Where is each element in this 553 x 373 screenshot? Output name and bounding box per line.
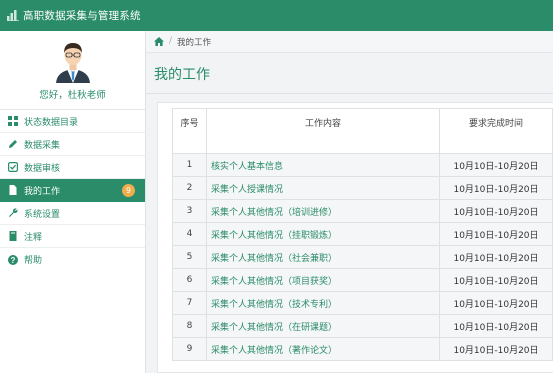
- deadline-cell: 10月10日-10月20日: [439, 245, 553, 269]
- deadline-cell: 10月10日-10月20日: [439, 291, 553, 315]
- count-badge: 9: [122, 184, 135, 197]
- divider: [146, 93, 553, 94]
- deadline-cell: 10月10日-10月20日: [439, 153, 553, 177]
- task-link[interactable]: 采集个人其他情况（培训进修）: [206, 199, 440, 223]
- column-header-task: 工作内容: [206, 108, 440, 154]
- avatar: [56, 43, 90, 83]
- task-link[interactable]: 采集个人其他情况（技术专利）: [206, 291, 440, 315]
- table-row[interactable]: 1 核实个人基本信息 10月10日-10月20日: [172, 153, 553, 177]
- wrench-icon: [9, 208, 18, 217]
- row-index: 5: [172, 245, 207, 269]
- deadline-cell: 10月10日-10月20日: [439, 199, 553, 223]
- book-icon: [9, 231, 17, 241]
- work-table: 序号 工作内容 要求完成时间 1 核实个人基本信息 10月10日-10月20日 …: [172, 108, 553, 361]
- row-index: 1: [172, 153, 207, 177]
- table-row[interactable]: 4 采集个人其他情况（挂职锻炼） 10月10日-10月20日: [172, 222, 553, 246]
- sidebar-item-label: 系统设置: [24, 209, 61, 220]
- task-link[interactable]: 采集个人其他情况（著作论文）: [206, 337, 440, 361]
- pencil-icon: [9, 140, 17, 148]
- question-circle-icon: ?: [8, 254, 18, 265]
- table-row[interactable]: 6 采集个人其他情况（项目获奖） 10月10日-10月20日: [172, 268, 553, 292]
- page-title: 我的工作: [154, 67, 210, 83]
- deadline-cell: 10月10日-10月20日: [439, 268, 553, 292]
- greeting-text: 您好，杜秋老师: [39, 90, 106, 101]
- bar-chart-icon: [7, 10, 19, 21]
- task-link[interactable]: 核实个人基本信息: [206, 153, 440, 177]
- task-link[interactable]: 采集个人其他情况（项目获奖）: [206, 268, 440, 292]
- sidebar-item-label: 数据采集: [24, 140, 61, 151]
- row-index: 6: [172, 268, 207, 292]
- table-row[interactable]: 7 采集个人其他情况（技术专利） 10月10日-10月20日: [172, 291, 553, 315]
- sidebar-item-data-review[interactable]: 数据审核: [0, 156, 145, 179]
- sidebar-item-label: 数据审核: [24, 163, 61, 174]
- task-link[interactable]: 采集个人其他情况（社会兼职）: [206, 245, 440, 269]
- user-profile: 您好，杜秋老师: [0, 31, 145, 110]
- row-index: 3: [172, 199, 207, 223]
- table-row[interactable]: 8 采集个人其他情况（在研课题） 10月10日-10月20日: [172, 314, 553, 338]
- sidebar-item-label: 状态数据目录: [24, 117, 79, 128]
- table-header-row: 序号 工作内容 要求完成时间: [172, 108, 553, 154]
- table-row[interactable]: 5 采集个人其他情况（社会兼职） 10月10日-10月20日: [172, 245, 553, 269]
- sidebar-item-my-work[interactable]: 我的工作 9: [0, 179, 145, 202]
- deadline-cell: 10月10日-10月20日: [439, 176, 553, 200]
- breadcrumb: / 我的工作: [146, 31, 553, 53]
- sidebar-item-help[interactable]: ? 帮助: [0, 248, 145, 271]
- app-title: 高职数据采集与管理系统: [23, 10, 141, 22]
- row-index: 4: [172, 222, 207, 246]
- table-row[interactable]: 9 采集个人其他情况（著作论文） 10月10日-10月20日: [172, 337, 553, 361]
- task-link[interactable]: 采集个人授课情况: [206, 176, 440, 200]
- main-content: / 我的工作 我的工作 序号 工作内容 要求完成时间 1 核实个人基本信息 10…: [146, 31, 553, 373]
- sidebar-item-label: 我的工作: [24, 186, 61, 197]
- home-icon[interactable]: [154, 37, 164, 46]
- sidebar-item-status-catalog[interactable]: 状态数据目录: [0, 110, 145, 133]
- file-icon: [9, 185, 17, 195]
- top-bar: 高职数据采集与管理系统: [0, 0, 553, 31]
- task-link[interactable]: 采集个人其他情况（挂职锻炼）: [206, 222, 440, 246]
- grid-icon: [8, 116, 18, 126]
- sidebar-nav: 状态数据目录 数据采集 数据审核 我的工作 9 系统设置 注释 ? 帮助: [0, 110, 145, 271]
- row-index: 8: [172, 314, 207, 338]
- row-index: 2: [172, 176, 207, 200]
- deadline-cell: 10月10日-10月20日: [439, 337, 553, 361]
- work-panel: 序号 工作内容 要求完成时间 1 核实个人基本信息 10月10日-10月20日 …: [157, 102, 553, 373]
- sidebar-item-label: 帮助: [24, 256, 43, 266]
- table-row[interactable]: 2 采集个人授课情况 10月10日-10月20日: [172, 176, 553, 200]
- task-link[interactable]: 采集个人其他情况（在研课题）: [206, 314, 440, 338]
- breadcrumb-separator: /: [169, 36, 173, 46]
- column-header-deadline: 要求完成时间: [439, 108, 553, 154]
- deadline-cell: 10月10日-10月20日: [439, 222, 553, 246]
- row-index: 7: [172, 291, 207, 315]
- sidebar-item-label: 注释: [24, 232, 43, 243]
- svg-text:?: ?: [11, 255, 16, 264]
- table-row[interactable]: 3 采集个人其他情况（培训进修） 10月10日-10月20日: [172, 199, 553, 223]
- sidebar-item-settings[interactable]: 系统设置: [0, 202, 145, 225]
- sidebar-item-data-collection[interactable]: 数据采集: [0, 133, 145, 156]
- row-index: 9: [172, 337, 207, 361]
- deadline-cell: 10月10日-10月20日: [439, 314, 553, 338]
- check-square-icon: [8, 162, 18, 172]
- column-header-index: 序号: [172, 108, 207, 154]
- breadcrumb-current: 我的工作: [177, 38, 212, 48]
- sidebar: 您好，杜秋老师 状态数据目录 数据采集 数据审核 我的工作 9 系统设置 注释 …: [0, 31, 146, 373]
- sidebar-item-notes[interactable]: 注释: [0, 225, 145, 248]
